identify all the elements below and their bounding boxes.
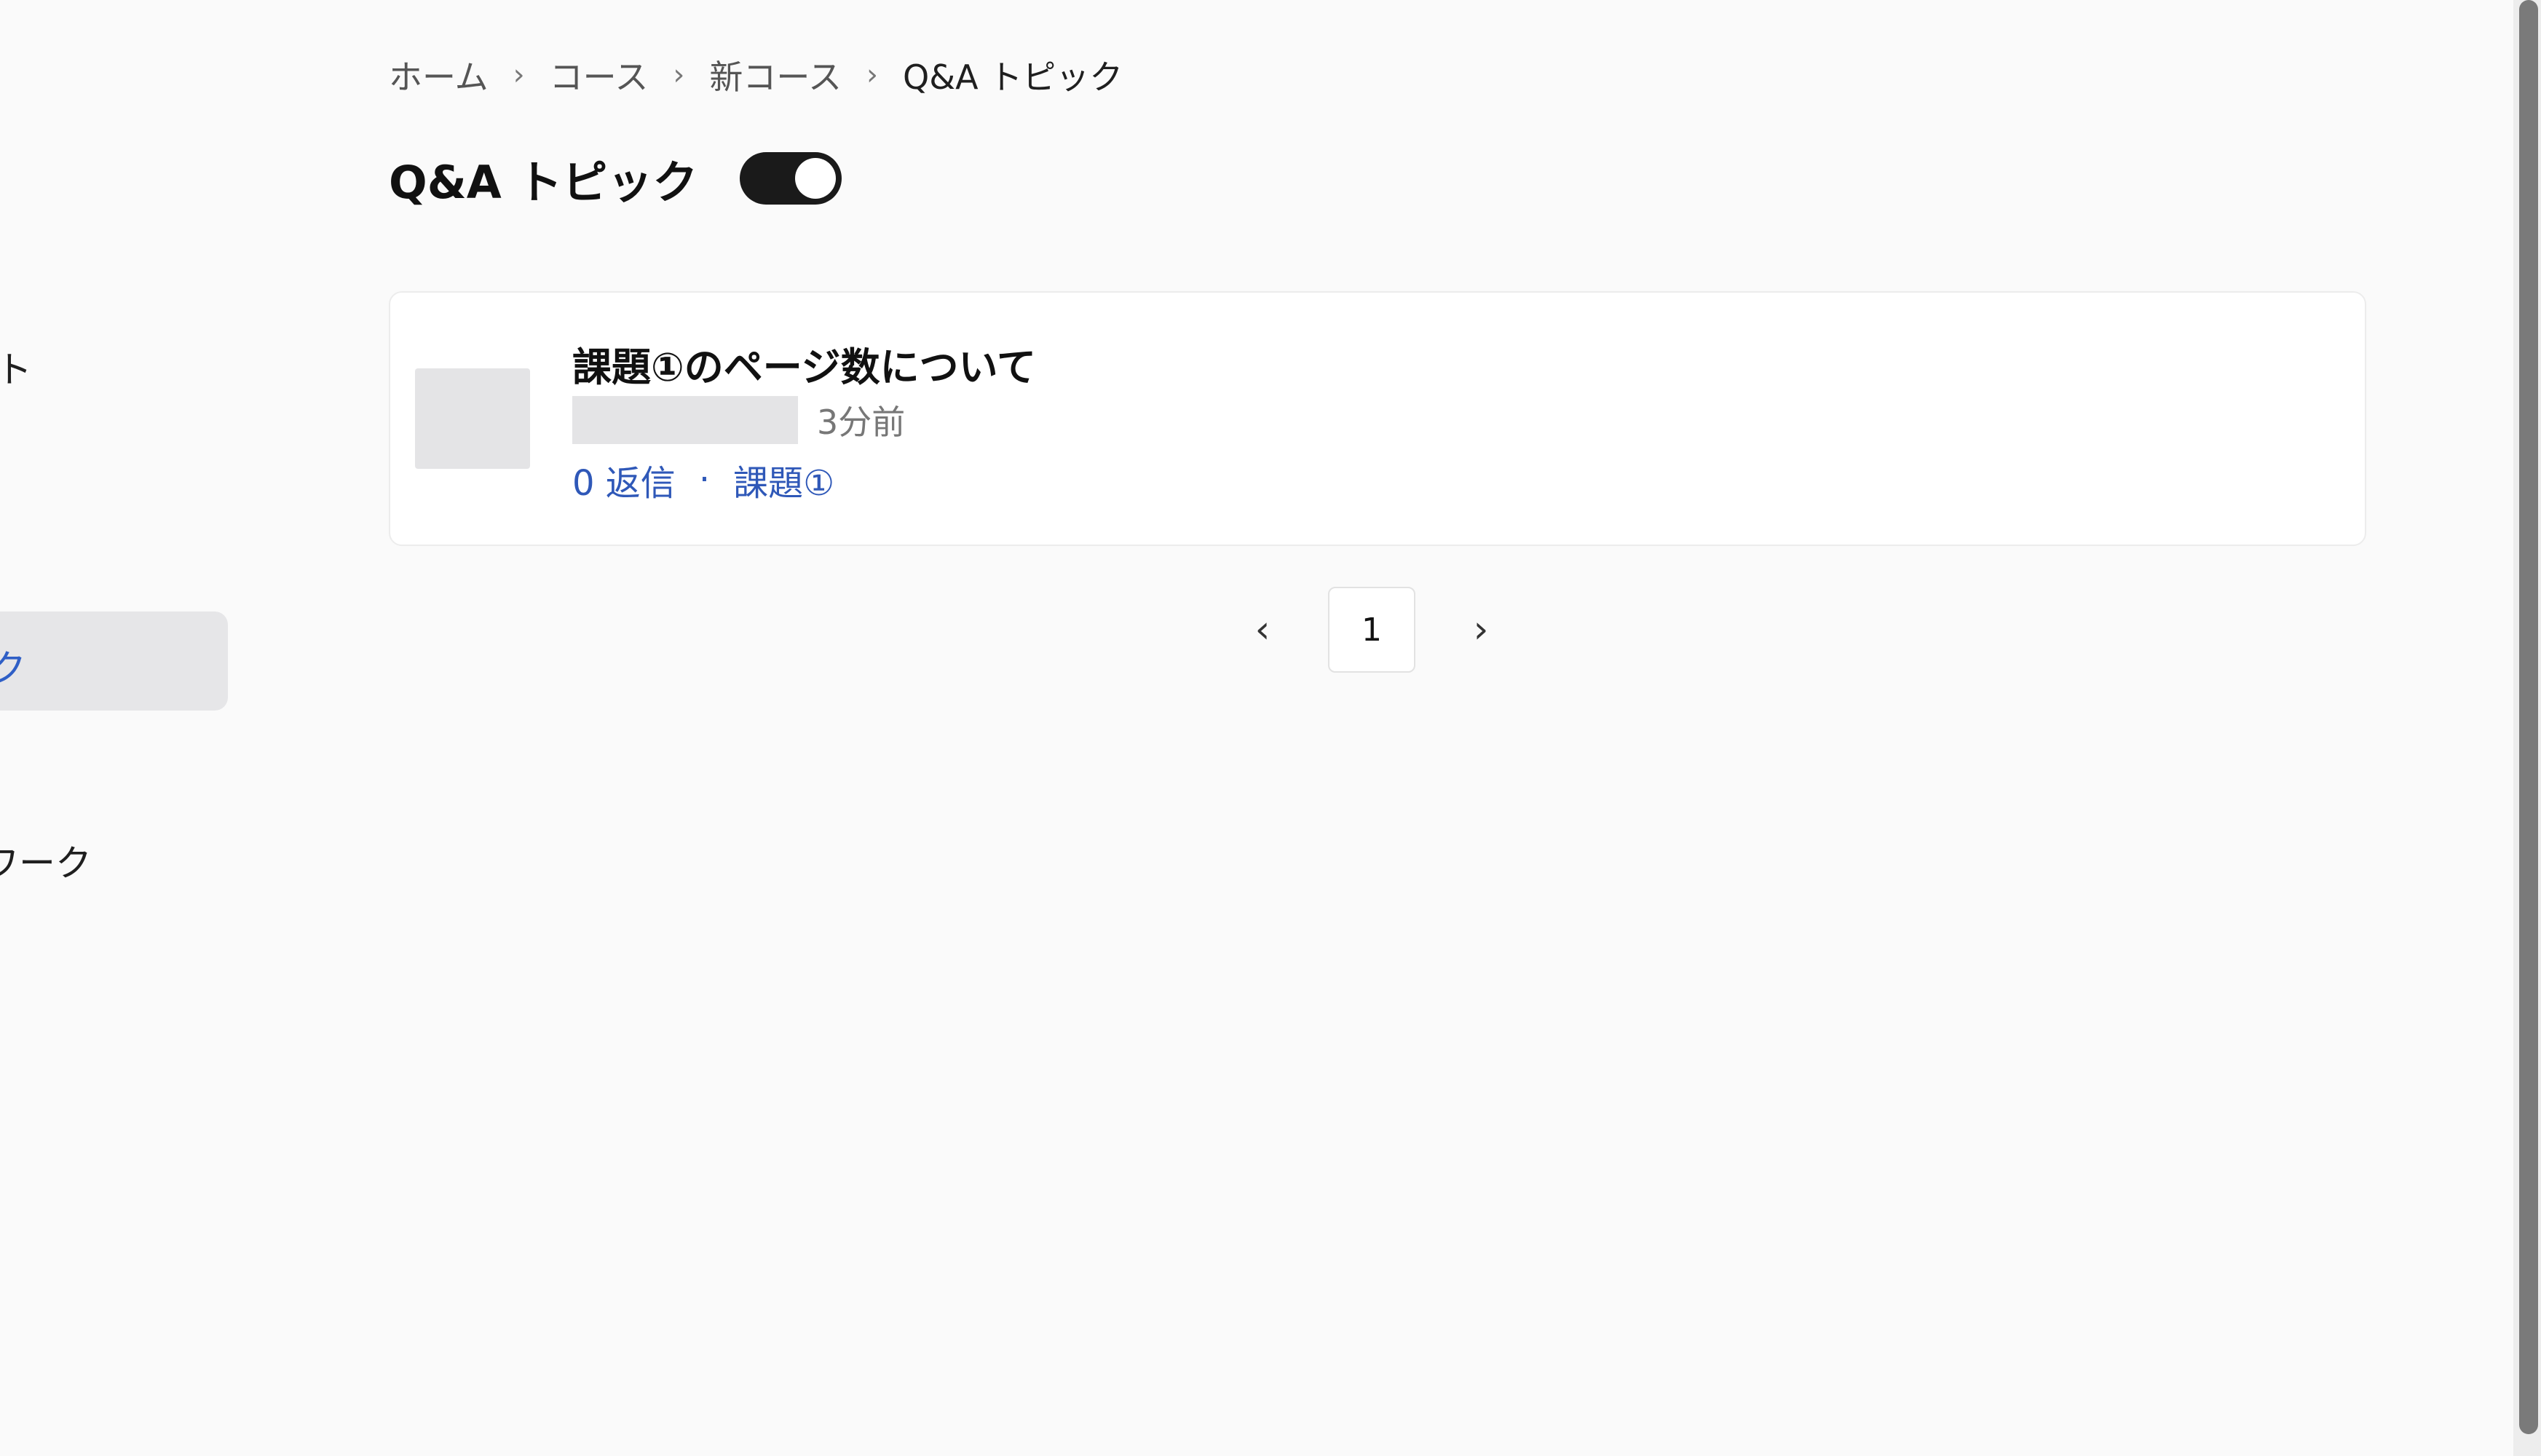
prev-page-button[interactable]: ‹ bbox=[1233, 601, 1292, 659]
toggle-knob bbox=[795, 158, 837, 199]
breadcrumb: ホーム › コース › 新コース › Q&A トピック bbox=[389, 51, 1123, 99]
sidebar: ト ク ワーク bbox=[0, 0, 240, 1456]
main-content: ホーム › コース › 新コース › Q&A トピック Q&A トピック 課題①… bbox=[389, 0, 2369, 1456]
breadcrumb-current: Q&A トピック bbox=[903, 58, 1123, 97]
page-number-button[interactable]: 1 bbox=[1328, 587, 1415, 673]
topic-time: 3分前 bbox=[817, 403, 906, 442]
topic-links: 0 返信 · 課題① bbox=[572, 454, 834, 505]
chevron-right-icon: › bbox=[866, 58, 879, 92]
qa-toggle-switch[interactable] bbox=[740, 152, 842, 205]
avatar bbox=[415, 368, 530, 469]
author-name-placeholder bbox=[572, 396, 798, 444]
page: ト ク ワーク ホーム › コース › 新コース › Q&A トピック Q&A … bbox=[0, 0, 2541, 1456]
chevron-right-icon: › bbox=[673, 58, 685, 92]
page-title: Q&A トピック bbox=[389, 156, 698, 209]
chevron-left-icon: ‹ bbox=[1254, 608, 1270, 652]
sidebar-item-label: ワーク bbox=[0, 842, 92, 885]
breadcrumb-new-course[interactable]: 新コース bbox=[709, 51, 842, 99]
chevron-right-icon: › bbox=[513, 58, 525, 92]
next-page-button[interactable]: › bbox=[1452, 601, 1510, 659]
topic-meta: 3分前 bbox=[572, 396, 905, 444]
breadcrumb-home[interactable]: ホーム bbox=[389, 51, 489, 99]
topic-title[interactable]: 課題①のページ数について bbox=[572, 335, 1036, 392]
sidebar-item-label: ト bbox=[0, 349, 32, 391]
sidebar-item-partial[interactable]: ト bbox=[0, 341, 32, 393]
scrollbar-thumb[interactable] bbox=[2519, 0, 2538, 1434]
chevron-right-icon: › bbox=[1473, 608, 1489, 652]
replies-link[interactable]: 0 返信 bbox=[572, 454, 676, 505]
topic-card[interactable]: 課題①のページ数について 3分前 0 返信 · 課題① bbox=[389, 291, 2366, 546]
separator-dot: · bbox=[698, 459, 711, 500]
title-row: Q&A トピック bbox=[389, 146, 842, 211]
sidebar-item-active[interactable]: ク bbox=[0, 612, 228, 711]
sidebar-item-label: ク bbox=[0, 647, 26, 689]
breadcrumb-courses[interactable]: コース bbox=[550, 51, 649, 99]
sidebar-item-bottom[interactable]: ワーク bbox=[0, 834, 92, 887]
pagination: ‹ 1 › bbox=[1233, 587, 1510, 673]
topic-tag-link[interactable]: 課題① bbox=[733, 454, 834, 505]
